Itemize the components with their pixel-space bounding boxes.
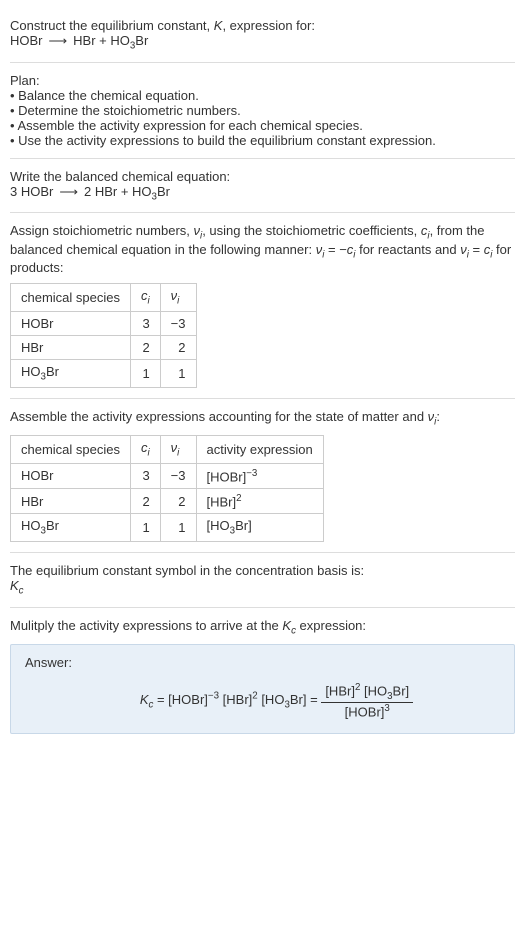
- table-header: activity expression: [196, 436, 323, 464]
- stoich-intro: Assign stoichiometric numbers, νi, using…: [10, 223, 515, 275]
- symbol-line1: The equilibrium constant symbol in the c…: [10, 563, 515, 578]
- table-cell: 3: [131, 463, 161, 488]
- symbol-value: Kc: [10, 578, 515, 597]
- table-cell: HBr: [11, 335, 131, 359]
- table-header: ci: [131, 436, 161, 464]
- table-cell: [HOBr]−3: [196, 463, 323, 488]
- table-header: νi: [160, 436, 196, 464]
- table-cell: HO3Br: [11, 514, 131, 542]
- table-cell: 1: [131, 359, 161, 387]
- table-cell: 3: [131, 311, 161, 335]
- table-header-row: chemical species ci νi: [11, 284, 197, 312]
- stoich-table: chemical species ci νi HOBr 3 −3 HBr 2 2…: [10, 283, 197, 387]
- table-row: HBr 2 2: [11, 335, 197, 359]
- table-cell: HO3Br: [11, 359, 131, 387]
- stoich-section: Assign stoichiometric numbers, νi, using…: [10, 213, 515, 398]
- problem-equation: HOBr⟶HBr + HO3Br: [10, 33, 515, 52]
- table-header: chemical species: [11, 284, 131, 312]
- table-cell: 1: [160, 514, 196, 542]
- plan-item: • Determine the stoichiometric numbers.: [10, 103, 515, 118]
- table-cell: −3: [160, 311, 196, 335]
- table-cell: 2: [131, 335, 161, 359]
- symbol-section: The equilibrium constant symbol in the c…: [10, 553, 515, 608]
- table-cell: HOBr: [11, 463, 131, 488]
- table-cell: −3: [160, 463, 196, 488]
- table-row: HBr 2 2 [HBr]2: [11, 489, 324, 514]
- problem-section: Construct the equilibrium constant, K, e…: [10, 8, 515, 63]
- answer-label: Answer:: [25, 655, 500, 670]
- table-header-row: chemical species ci νi activity expressi…: [11, 436, 324, 464]
- table-header: νi: [160, 284, 196, 312]
- plan-heading: Plan:: [10, 73, 515, 88]
- table-cell: 2: [160, 335, 196, 359]
- plan-item: • Use the activity expressions to build …: [10, 133, 515, 148]
- table-cell: 1: [160, 359, 196, 387]
- problem-line1: Construct the equilibrium constant, K, e…: [10, 18, 515, 33]
- activity-section: Assemble the activity expressions accoun…: [10, 399, 515, 553]
- answer-formula: Kc = [HOBr]−3 [HBr]2 [HO3Br] = [HBr]2 [H…: [25, 678, 500, 723]
- balanced-line1: Write the balanced chemical equation:: [10, 169, 515, 184]
- table-row: HO3Br 1 1: [11, 359, 197, 387]
- table-row: HOBr 3 −3: [11, 311, 197, 335]
- table-cell: [HO3Br]: [196, 514, 323, 542]
- multiply-section: Mulitply the activity expressions to arr…: [10, 608, 515, 745]
- balanced-equation: 3 HOBr⟶2 HBr + HO3Br: [10, 184, 515, 203]
- table-cell: HOBr: [11, 311, 131, 335]
- plan-section: Plan: • Balance the chemical equation. •…: [10, 63, 515, 159]
- activity-table: chemical species ci νi activity expressi…: [10, 435, 324, 542]
- table-header: chemical species: [11, 436, 131, 464]
- table-row: HO3Br 1 1 [HO3Br]: [11, 514, 324, 542]
- table-cell: 2: [160, 489, 196, 514]
- table-cell: [HBr]2: [196, 489, 323, 514]
- table-cell: 2: [131, 489, 161, 514]
- multiply-line1: Mulitply the activity expressions to arr…: [10, 618, 515, 637]
- activity-intro: Assemble the activity expressions accoun…: [10, 409, 515, 428]
- plan-item: • Balance the chemical equation.: [10, 88, 515, 103]
- table-cell: HBr: [11, 489, 131, 514]
- plan-item: • Assemble the activity expression for e…: [10, 118, 515, 133]
- table-cell: 1: [131, 514, 161, 542]
- table-header: ci: [131, 284, 161, 312]
- answer-box: Answer: Kc = [HOBr]−3 [HBr]2 [HO3Br] = […: [10, 644, 515, 734]
- balanced-section: Write the balanced chemical equation: 3 …: [10, 159, 515, 214]
- table-row: HOBr 3 −3 [HOBr]−3: [11, 463, 324, 488]
